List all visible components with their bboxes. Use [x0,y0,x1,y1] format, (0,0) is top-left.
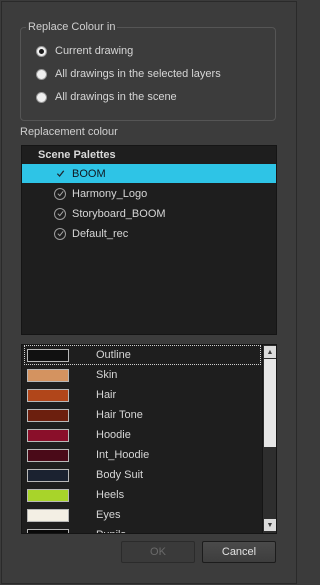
colour-label: Hair [96,389,117,401]
colour-row[interactable]: Outline [24,345,261,365]
colour-swatch [27,508,69,522]
colour-row[interactable]: Heels [24,485,261,505]
palette-item-label: Default_rec [72,227,129,240]
colour-label: Eyes [96,509,121,521]
colour-list-scrollbar[interactable]: ▲ ▼ [262,345,276,533]
colour-row[interactable]: Hair [24,385,261,405]
scroll-down-icon[interactable]: ▼ [264,519,276,531]
colour-label: Int_Hoodie [96,449,150,461]
colour-label: Skin [96,369,118,381]
colour-swatch [27,408,69,422]
colour-swatch [27,388,69,402]
colour-row[interactable]: Pupils [24,525,261,533]
ok-button[interactable]: OK [121,541,195,563]
radio-button[interactable] [36,68,47,80]
colour-swatch [27,488,69,502]
colour-swatch [27,468,69,482]
check-icon [54,168,66,180]
cancel-button[interactable]: Cancel [202,541,276,563]
colour-row[interactable]: Eyes [24,505,261,525]
radio-scene[interactable]: All drawings in the scene [36,89,177,105]
check-icon [54,227,66,240]
palette-item-label: Storyboard_BOOM [72,207,166,220]
colour-swatch [27,528,69,533]
colour-list[interactable]: Outline Skin Hair Hair Tone Hoodie Int_Hoodie… [21,344,277,534]
colour-row[interactable]: Hair Tone [24,405,261,425]
radio-button[interactable] [36,91,47,103]
colour-label: Hoodie [96,429,131,441]
palette-item-boom[interactable]: BOOM [22,164,276,183]
colour-row[interactable]: Skin [24,365,261,385]
colour-label: Heels [96,489,125,501]
radio-label: All drawings in the selected layers [55,68,221,80]
palette-item-label: Harmony_Logo [72,187,148,200]
radio-label: Current drawing [55,45,134,57]
colour-label: Body Suit [96,469,144,481]
colour-row[interactable]: Body Suit [24,465,261,485]
scroll-thumb[interactable] [264,359,276,447]
scroll-up-icon[interactable]: ▲ [264,346,276,358]
colour-swatch [27,448,69,462]
palette-list-header: Scene Palettes [38,149,116,161]
palette-item-harmony-logo[interactable]: Harmony_Logo [22,184,276,203]
colour-label: Outline [96,349,131,361]
check-icon [54,207,66,220]
colour-label: Pupils [96,529,126,533]
palette-item-label: BOOM [72,167,106,180]
colour-swatch [27,428,69,442]
check-icon [54,187,66,200]
palette-item-storyboard-boom[interactable]: Storyboard_BOOM [22,204,276,223]
replacement-colour-label: Replacement colour [20,126,118,138]
palette-list[interactable]: Scene Palettes BOOM Harmony_Logo Storybo… [21,145,277,335]
colour-label: Hair Tone [96,409,143,421]
radio-button-checked[interactable] [36,45,47,57]
radio-selected-layers[interactable]: All drawings in the selected layers [36,66,221,82]
radio-current-drawing[interactable]: Current drawing [36,43,133,59]
radio-label: All drawings in the scene [55,91,177,103]
replace-colour-title: Replace Colour in [26,21,118,33]
colour-swatch [27,368,69,382]
colour-row[interactable]: Hoodie [24,425,261,445]
palette-item-default-rec[interactable]: Default_rec [22,224,276,243]
colour-swatch [27,348,69,362]
colour-row[interactable]: Int_Hoodie [24,445,261,465]
